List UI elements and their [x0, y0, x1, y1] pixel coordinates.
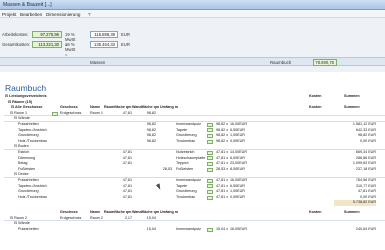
row-checkbox[interactable]	[207, 227, 213, 232]
row-checkbox[interactable]	[207, 178, 213, 183]
row-checkbox[interactable]	[207, 133, 213, 138]
page-title: Raumbuch	[5, 83, 47, 93]
menu-dimensionierung[interactable]: Dimensionierung	[46, 12, 80, 17]
eur-label-1: EUR	[121, 32, 130, 37]
arbeitskosten-brutto: 115.888,39	[90, 31, 118, 38]
gesamtkosten-brutto: 135.464,33	[90, 41, 118, 48]
row-wandflaeche: 15,04	[146, 226, 156, 231]
row-checkbox[interactable]	[207, 122, 213, 127]
gesamtkosten-field[interactable]: 113.321,30	[32, 41, 62, 48]
gesamtkosten-label: Gesamtkosten:	[2, 42, 31, 47]
raumbuch-document: Raumbuch ⊟ Leistungsverzeichnis Kosten Sum…	[4, 80, 385, 250]
row-checkbox[interactable]	[207, 156, 213, 161]
row-label: Putzarbeiten	[18, 226, 39, 231]
mwst-label-2: 19 % MwSt =	[65, 42, 76, 57]
row-checkbox[interactable]	[207, 150, 213, 155]
table-row: Putzarbeiten 15,04 Innenwandputz 15,04 x 16,…	[4, 227, 385, 233]
row-checkbox[interactable]	[207, 167, 213, 172]
row-einzelkosten: 16,00EUR	[230, 226, 248, 231]
row-item: Innenwandputz	[176, 226, 202, 231]
row-checkbox[interactable]	[207, 195, 213, 200]
menu-help[interactable]: ?	[88, 12, 91, 17]
menu-bar: Projekt Bearbeiten Dimensionierung ?	[0, 10, 385, 18]
row-checkbox[interactable]	[207, 184, 213, 189]
window-title: Massen & Bauzeit [...]	[3, 2, 52, 8]
row-checkbox[interactable]	[207, 161, 213, 166]
raumbuch-total: 78.690,76	[313, 59, 337, 66]
room-total-row: 5.738,82 EUR	[4, 200, 385, 206]
eur-label-2: EUR	[121, 42, 130, 47]
row-checkbox[interactable]	[207, 128, 213, 133]
row-summe: 240,64 EUR	[355, 226, 376, 231]
room-total: 5.738,82 EUR	[334, 200, 376, 206]
row-checkbox[interactable]	[52, 111, 58, 116]
raumbuch-tab[interactable]: Raumbuch	[270, 60, 291, 65]
menu-bearbeiten[interactable]: Bearbeiten	[20, 12, 42, 17]
arbeitskosten-field[interactable]: 97.275,96	[32, 31, 62, 38]
row-menge: 15,04 x	[216, 226, 229, 231]
row-checkbox[interactable]	[207, 189, 213, 194]
title-bar: Massen & Bauzeit [...]	[0, 0, 385, 10]
row-checkbox[interactable]	[207, 139, 213, 144]
section-band: Massen Raumbuch 78.690,76	[0, 57, 385, 66]
arbeitskosten-label: Arbeitskosten:	[2, 32, 29, 37]
massen-tab[interactable]: Massen	[90, 60, 105, 65]
menu-projekt[interactable]: Projekt	[2, 12, 16, 17]
